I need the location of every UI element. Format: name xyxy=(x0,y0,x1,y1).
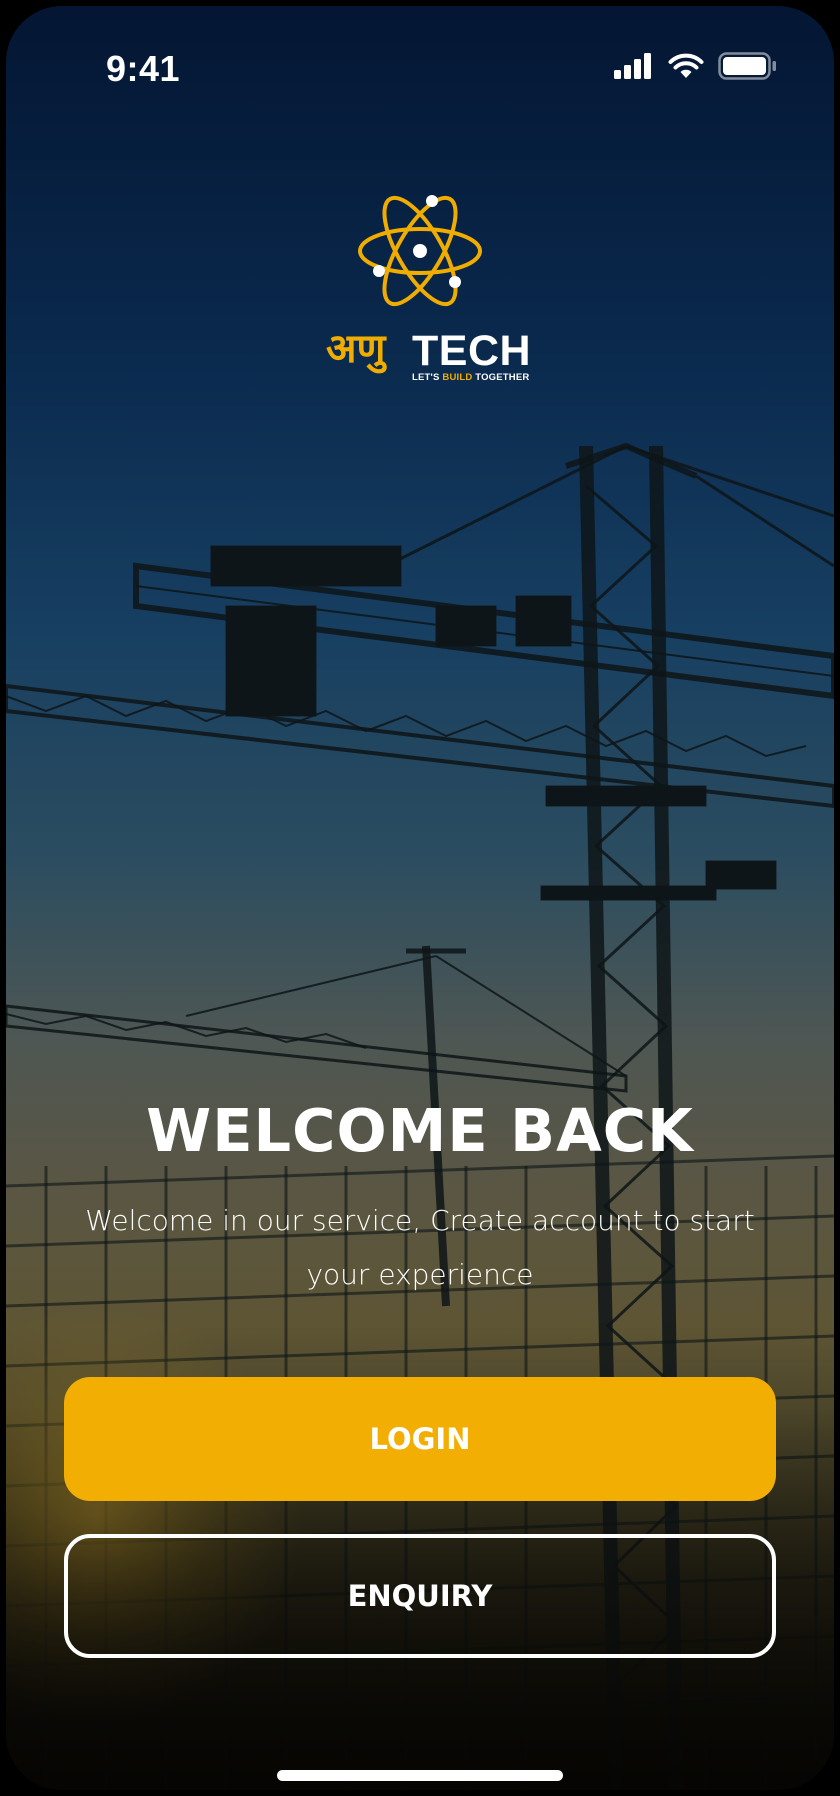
welcome-title: WELCOME BACK xyxy=(146,1096,694,1165)
phone-frame: 9:41 अणु TECH LET'S BUILD TOGETHER WELCO… xyxy=(0,0,840,1796)
home-indicator[interactable] xyxy=(277,1770,563,1781)
login-button-label: LOGIN xyxy=(369,1422,471,1456)
battery-icon xyxy=(718,52,778,84)
welcome-screen: 9:41 अणु TECH LET'S BUILD TOGETHER WELCO… xyxy=(6,6,834,1790)
tagline-accent: BUILD xyxy=(442,372,473,383)
atom-icon xyxy=(355,186,485,316)
cellular-signal-icon xyxy=(614,53,654,83)
logo-brand-text: TECH xyxy=(412,327,532,375)
status-icons xyxy=(614,52,778,84)
welcome-subtitle: Welcome in our service, Create account t… xyxy=(85,1204,755,1291)
brand-logo: अणु TECH LET'S BUILD TOGETHER xyxy=(326,326,531,388)
status-bar: 9:41 xyxy=(6,6,834,116)
wifi-icon xyxy=(668,53,704,83)
enquiry-button-label: ENQUIRY xyxy=(347,1579,493,1613)
logo-tagline: LET'S BUILD TOGETHER xyxy=(412,372,529,383)
enquiry-button[interactable]: ENQUIRY xyxy=(64,1534,776,1658)
tagline-before: LET'S xyxy=(412,372,443,383)
login-button[interactable]: LOGIN xyxy=(64,1377,776,1501)
logo-hindi-text: अणु xyxy=(326,326,386,372)
tagline-after: TOGETHER xyxy=(472,372,530,383)
status-time: 9:41 xyxy=(106,48,181,89)
